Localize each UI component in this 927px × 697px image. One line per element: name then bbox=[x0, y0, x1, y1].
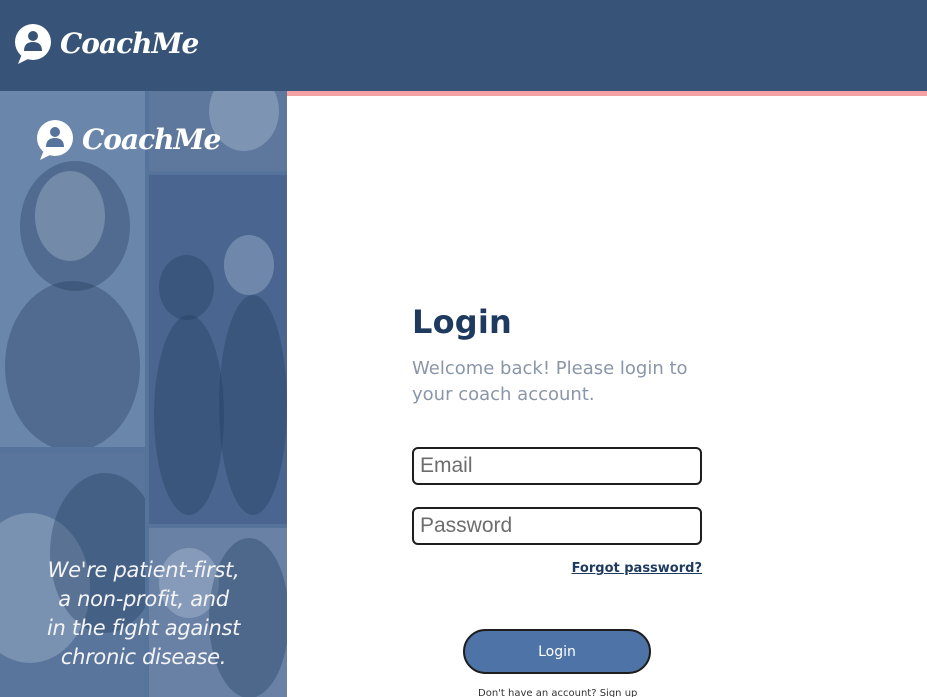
brand-name: CoachMe bbox=[82, 123, 221, 156]
header-logo[interactable]: CoachMe bbox=[14, 23, 199, 65]
accent-bar bbox=[287, 91, 927, 96]
person-speech-bubble-icon bbox=[15, 24, 51, 64]
group-photo bbox=[149, 175, 287, 524]
side-logo: CoachMe bbox=[36, 119, 221, 161]
person-speech-bubble-icon bbox=[37, 120, 73, 160]
signup-text: Don't have an account? bbox=[478, 688, 597, 697]
page-title: Login bbox=[412, 303, 513, 341]
tagline-line: a non-profit, and bbox=[58, 587, 229, 611]
mission-tagline: We're patient-first, a non-profit, and i… bbox=[0, 556, 287, 672]
side-photo-panel: CoachMe We're patient-first, a non-profi… bbox=[0, 91, 287, 697]
top-header: CoachMe bbox=[0, 0, 927, 91]
email-field[interactable] bbox=[412, 447, 702, 485]
signup-link[interactable]: Sign up bbox=[600, 688, 638, 697]
tagline-line: in the fight against bbox=[46, 616, 241, 640]
brand-name: CoachMe bbox=[60, 27, 199, 60]
tagline-line: We're patient-first, bbox=[47, 558, 240, 582]
forgot-password-link[interactable]: Forgot password? bbox=[560, 561, 702, 576]
tagline-line: chronic disease. bbox=[60, 645, 227, 669]
signup-prompt: Don't have an account? Sign up bbox=[478, 688, 637, 697]
login-subtitle: Welcome back! Please login to your coach… bbox=[412, 358, 688, 405]
login-button[interactable]: Login bbox=[463, 629, 651, 674]
password-field[interactable] bbox=[412, 507, 702, 545]
